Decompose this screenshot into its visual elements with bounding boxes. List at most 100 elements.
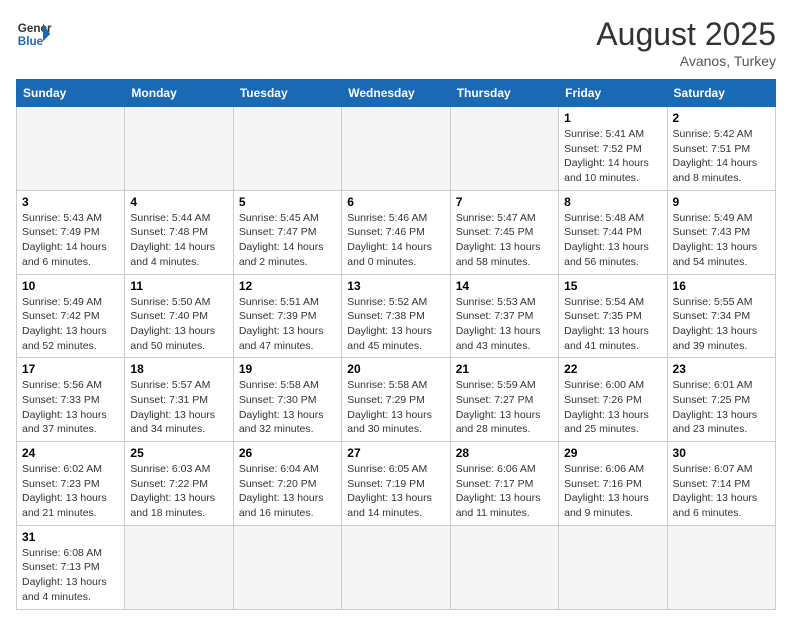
day-number: 1	[564, 111, 661, 125]
week-row-5: 31Sunrise: 6:08 AM Sunset: 7:13 PM Dayli…	[17, 525, 776, 609]
calendar-cell: 3 Sunrise: 5:43 AM Sunset: 7:49 PM Daylig…	[17, 190, 125, 274]
day-number: 29	[564, 446, 661, 460]
week-row-0: 1 Sunrise: 5:41 AM Sunset: 7:52 PM Daylig…	[17, 107, 776, 191]
week-row-3: 17Sunrise: 5:56 AM Sunset: 7:33 PM Dayli…	[17, 358, 776, 442]
day-info: Sunrise: 5:43 AM Sunset: 7:49 PM Dayligh…	[22, 211, 119, 270]
day-info: Sunrise: 5:58 AM Sunset: 7:30 PM Dayligh…	[239, 378, 336, 437]
day-info: Sunrise: 5:46 AM Sunset: 7:46 PM Dayligh…	[347, 211, 444, 270]
day-info: Sunrise: 6:02 AM Sunset: 7:23 PM Dayligh…	[22, 462, 119, 521]
calendar-cell: 10Sunrise: 5:49 AM Sunset: 7:42 PM Dayli…	[17, 274, 125, 358]
calendar-cell: 11 Sunrise: 5:50 AM Sunset: 7:40 PM Dayli…	[125, 274, 233, 358]
calendar-cell: 24Sunrise: 6:02 AM Sunset: 7:23 PM Dayli…	[17, 442, 125, 526]
day-info: Sunrise: 5:50 AM Sunset: 7:40 PM Dayligh…	[130, 295, 227, 354]
day-number: 30	[673, 446, 770, 460]
calendar-cell: 22 Sunrise: 6:00 AM Sunset: 7:26 PM Dayli…	[559, 358, 667, 442]
calendar-cell	[233, 107, 341, 191]
calendar-cell	[450, 107, 558, 191]
calendar-cell: 15 Sunrise: 5:54 AM Sunset: 7:35 PM Dayli…	[559, 274, 667, 358]
calendar-cell: 17Sunrise: 5:56 AM Sunset: 7:33 PM Dayli…	[17, 358, 125, 442]
day-number: 8	[564, 195, 661, 209]
day-number: 22	[564, 362, 661, 376]
day-info: Sunrise: 5:42 AM Sunset: 7:51 PM Dayligh…	[673, 127, 770, 186]
day-info: Sunrise: 5:54 AM Sunset: 7:35 PM Dayligh…	[564, 295, 661, 354]
day-number: 25	[130, 446, 227, 460]
page-header: General Blue August 2025 Avanos, Turkey	[16, 16, 776, 69]
calendar-cell: 27 Sunrise: 6:05 AM Sunset: 7:19 PM Dayli…	[342, 442, 450, 526]
day-number: 3	[22, 195, 119, 209]
day-info: Sunrise: 6:06 AM Sunset: 7:17 PM Dayligh…	[456, 462, 553, 521]
day-number: 19	[239, 362, 336, 376]
day-number: 27	[347, 446, 444, 460]
calendar-cell: 6 Sunrise: 5:46 AM Sunset: 7:46 PM Daylig…	[342, 190, 450, 274]
day-number: 18	[130, 362, 227, 376]
weekday-header-friday: Friday	[559, 80, 667, 107]
week-row-4: 24Sunrise: 6:02 AM Sunset: 7:23 PM Dayli…	[17, 442, 776, 526]
weekday-header-wednesday: Wednesday	[342, 80, 450, 107]
calendar-cell: 31Sunrise: 6:08 AM Sunset: 7:13 PM Dayli…	[17, 525, 125, 609]
calendar-cell	[559, 525, 667, 609]
day-info: Sunrise: 5:45 AM Sunset: 7:47 PM Dayligh…	[239, 211, 336, 270]
week-row-1: 3 Sunrise: 5:43 AM Sunset: 7:49 PM Daylig…	[17, 190, 776, 274]
day-info: Sunrise: 5:49 AM Sunset: 7:43 PM Dayligh…	[673, 211, 770, 270]
day-info: Sunrise: 6:05 AM Sunset: 7:19 PM Dayligh…	[347, 462, 444, 521]
day-info: Sunrise: 5:57 AM Sunset: 7:31 PM Dayligh…	[130, 378, 227, 437]
calendar-cell: 25Sunrise: 6:03 AM Sunset: 7:22 PM Dayli…	[125, 442, 233, 526]
calendar-cell: 2 Sunrise: 5:42 AM Sunset: 7:51 PM Daylig…	[667, 107, 775, 191]
calendar-cell: 1 Sunrise: 5:41 AM Sunset: 7:52 PM Daylig…	[559, 107, 667, 191]
weekday-header-sunday: Sunday	[17, 80, 125, 107]
day-info: Sunrise: 6:00 AM Sunset: 7:26 PM Dayligh…	[564, 378, 661, 437]
weekday-header-row: SundayMondayTuesdayWednesdayThursdayFrid…	[17, 80, 776, 107]
calendar-cell	[342, 107, 450, 191]
day-number: 15	[564, 279, 661, 293]
calendar-cell: 19 Sunrise: 5:58 AM Sunset: 7:30 PM Dayli…	[233, 358, 341, 442]
day-number: 26	[239, 446, 336, 460]
calendar-cell: 16 Sunrise: 5:55 AM Sunset: 7:34 PM Dayli…	[667, 274, 775, 358]
calendar-cell: 29 Sunrise: 6:06 AM Sunset: 7:16 PM Dayli…	[559, 442, 667, 526]
calendar-cell: 21Sunrise: 5:59 AM Sunset: 7:27 PM Dayli…	[450, 358, 558, 442]
calendar-cell: 4Sunrise: 5:44 AM Sunset: 7:48 PM Daylig…	[125, 190, 233, 274]
day-number: 5	[239, 195, 336, 209]
calendar-cell: 7Sunrise: 5:47 AM Sunset: 7:45 PM Daylig…	[450, 190, 558, 274]
calendar-cell: 20 Sunrise: 5:58 AM Sunset: 7:29 PM Dayli…	[342, 358, 450, 442]
calendar-cell: 28 Sunrise: 6:06 AM Sunset: 7:17 PM Dayli…	[450, 442, 558, 526]
day-number: 28	[456, 446, 553, 460]
day-number: 17	[22, 362, 119, 376]
day-info: Sunrise: 5:53 AM Sunset: 7:37 PM Dayligh…	[456, 295, 553, 354]
title-area: August 2025 Avanos, Turkey	[596, 16, 776, 69]
day-info: Sunrise: 5:47 AM Sunset: 7:45 PM Dayligh…	[456, 211, 553, 270]
day-info: Sunrise: 6:04 AM Sunset: 7:20 PM Dayligh…	[239, 462, 336, 521]
day-info: Sunrise: 5:55 AM Sunset: 7:34 PM Dayligh…	[673, 295, 770, 354]
day-info: Sunrise: 6:01 AM Sunset: 7:25 PM Dayligh…	[673, 378, 770, 437]
day-info: Sunrise: 5:48 AM Sunset: 7:44 PM Dayligh…	[564, 211, 661, 270]
day-number: 6	[347, 195, 444, 209]
day-info: Sunrise: 5:44 AM Sunset: 7:48 PM Dayligh…	[130, 211, 227, 270]
weekday-header-monday: Monday	[125, 80, 233, 107]
day-number: 16	[673, 279, 770, 293]
calendar-cell: 14Sunrise: 5:53 AM Sunset: 7:37 PM Dayli…	[450, 274, 558, 358]
calendar-cell	[125, 525, 233, 609]
day-number: 2	[673, 111, 770, 125]
day-info: Sunrise: 5:59 AM Sunset: 7:27 PM Dayligh…	[456, 378, 553, 437]
location: Avanos, Turkey	[596, 53, 776, 69]
calendar-cell	[17, 107, 125, 191]
week-row-2: 10Sunrise: 5:49 AM Sunset: 7:42 PM Dayli…	[17, 274, 776, 358]
day-number: 20	[347, 362, 444, 376]
day-number: 13	[347, 279, 444, 293]
day-number: 10	[22, 279, 119, 293]
day-info: Sunrise: 5:58 AM Sunset: 7:29 PM Dayligh…	[347, 378, 444, 437]
calendar-cell: 13 Sunrise: 5:52 AM Sunset: 7:38 PM Dayli…	[342, 274, 450, 358]
logo-icon: General Blue	[16, 16, 52, 52]
day-number: 11	[130, 279, 227, 293]
calendar-cell: 5 Sunrise: 5:45 AM Sunset: 7:47 PM Daylig…	[233, 190, 341, 274]
day-info: Sunrise: 6:06 AM Sunset: 7:16 PM Dayligh…	[564, 462, 661, 521]
weekday-header-tuesday: Tuesday	[233, 80, 341, 107]
calendar-cell: 8 Sunrise: 5:48 AM Sunset: 7:44 PM Daylig…	[559, 190, 667, 274]
calendar-cell: 23 Sunrise: 6:01 AM Sunset: 7:25 PM Dayli…	[667, 358, 775, 442]
day-number: 12	[239, 279, 336, 293]
day-info: Sunrise: 5:51 AM Sunset: 7:39 PM Dayligh…	[239, 295, 336, 354]
day-number: 23	[673, 362, 770, 376]
day-info: Sunrise: 5:52 AM Sunset: 7:38 PM Dayligh…	[347, 295, 444, 354]
day-info: Sunrise: 5:41 AM Sunset: 7:52 PM Dayligh…	[564, 127, 661, 186]
day-info: Sunrise: 6:07 AM Sunset: 7:14 PM Dayligh…	[673, 462, 770, 521]
calendar-cell: 12 Sunrise: 5:51 AM Sunset: 7:39 PM Dayli…	[233, 274, 341, 358]
